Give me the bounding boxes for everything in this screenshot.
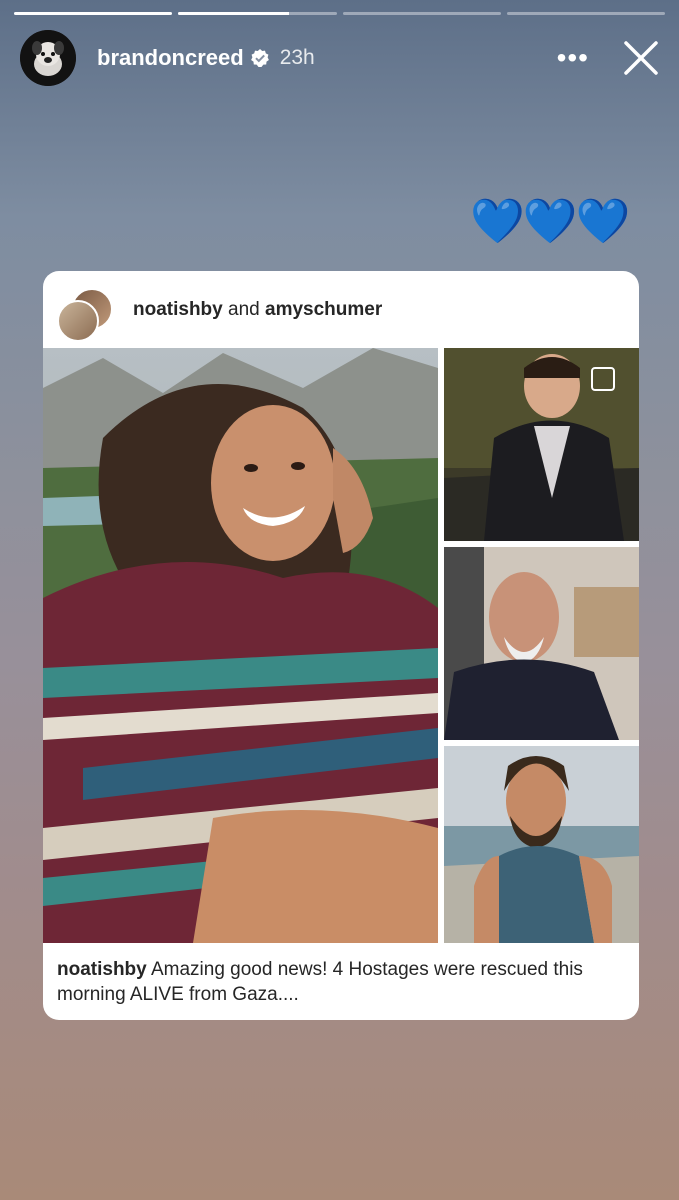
photo-bald-man (444, 547, 639, 740)
story-header: brandoncreed 23h ••• (20, 30, 659, 86)
close-icon[interactable] (623, 40, 659, 76)
story-progress-bar (14, 12, 665, 15)
avatar (57, 299, 99, 342)
story-username[interactable]: brandoncreed (97, 45, 244, 71)
post-caption: noatishby Amazing good news! 4 Hostages … (57, 957, 625, 1007)
post-authors[interactable]: noatishby and amyschumer (133, 299, 382, 321)
author-name[interactable]: amyschumer (265, 299, 382, 320)
story-time: 23h (279, 46, 315, 69)
post-header: noatishby and amyschumer (43, 271, 639, 348)
avatar[interactable] (20, 30, 76, 86)
shared-post-card[interactable]: noatishby and amyschumer noatishby Amazi… (43, 271, 639, 1020)
collab-avatars[interactable] (57, 282, 113, 342)
progress-segment (506, 12, 665, 15)
caption-username[interactable]: noatishby (57, 959, 147, 980)
blue-hearts-sticker: 💙💙💙 (470, 197, 630, 246)
progress-segment (14, 12, 173, 15)
more-dots-icon[interactable]: ••• (557, 44, 589, 72)
progress-segment (342, 12, 501, 15)
verified-badge-icon (250, 48, 270, 68)
author-name[interactable]: noatishby (133, 299, 223, 320)
photo-woman (43, 348, 438, 943)
progress-segment (178, 12, 337, 15)
photo-bearded-man (444, 746, 639, 943)
post-photo-collage[interactable] (43, 348, 639, 943)
author-joiner: and (228, 298, 260, 320)
photo-young-man (444, 348, 639, 541)
